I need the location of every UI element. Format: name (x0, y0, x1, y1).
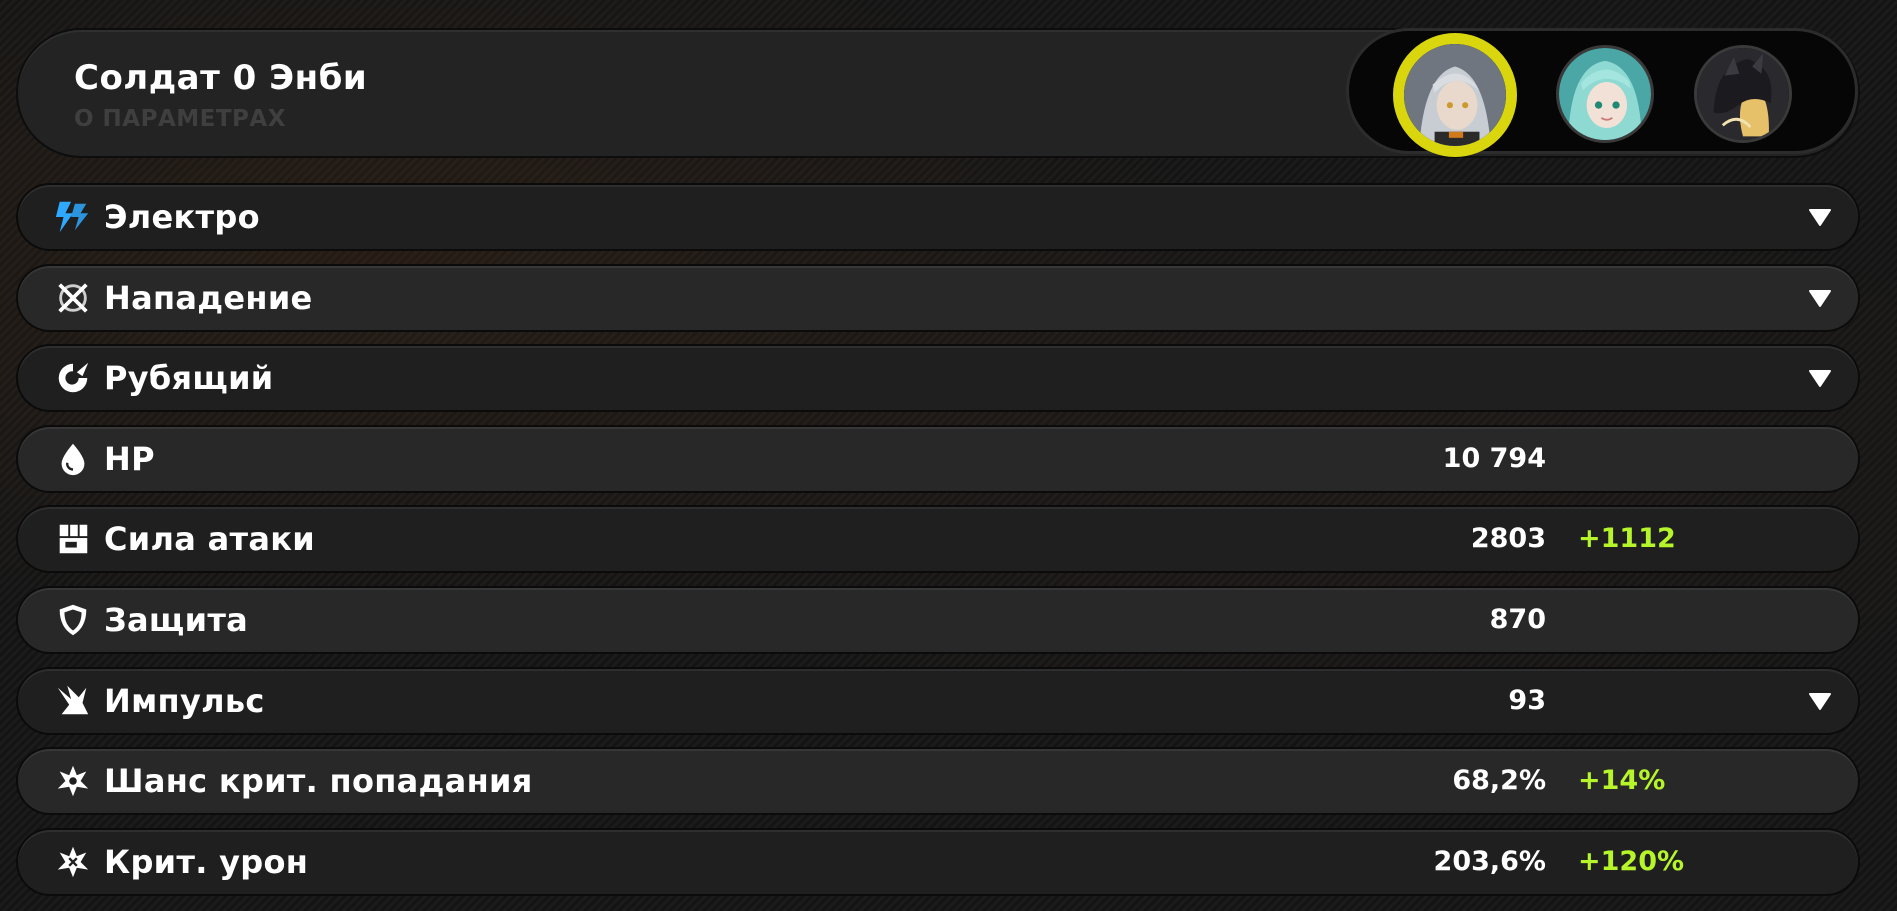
stat-bonus: +1112 (1578, 523, 1676, 554)
stat-label: Крит. урон (104, 843, 309, 881)
attack-fist-icon (54, 521, 92, 557)
stat-label: HP (104, 440, 155, 478)
character-portrait-silver-hair (1404, 44, 1506, 146)
attack-type-icon (54, 280, 92, 316)
electric-icon (54, 199, 92, 235)
crit-rate-icon (54, 763, 92, 799)
expand-triangle-icon[interactable] (1808, 207, 1832, 227)
stat-label: Защита (104, 601, 249, 639)
stat-label: Шанс крит. попадания (104, 762, 533, 800)
character-avatar-1[interactable] (1393, 33, 1517, 157)
stat-row[interactable]: Нападение (18, 266, 1858, 330)
stat-value: 68,2% (1452, 765, 1546, 796)
stat-label: Сила атаки (104, 520, 315, 558)
expand-triangle-icon[interactable] (1808, 368, 1832, 388)
character-avatar-3[interactable] (1694, 45, 1792, 143)
character-header: Солдат 0 Энби О ПАРАМЕТРАХ (18, 28, 1858, 157)
stat-row: Сила атаки 2803 +1112 (18, 507, 1858, 571)
slash-icon (54, 360, 92, 396)
stat-row: Шанс крит. попадания 68,2% +14% (18, 749, 1858, 813)
stat-label: Нападение (104, 279, 313, 317)
impact-icon (54, 683, 92, 719)
stat-label: Импульс (104, 682, 265, 720)
stat-bonus: +120% (1578, 846, 1685, 877)
hp-drop-icon (54, 441, 92, 477)
stat-row: HP 10 794 (18, 427, 1858, 491)
stat-row: Крит. урон 203,6% +120% (18, 830, 1858, 894)
stat-value: 2803 (1470, 523, 1546, 554)
expand-triangle-icon[interactable] (1808, 691, 1832, 711)
character-name: Солдат 0 Энби (74, 58, 368, 98)
stat-row[interactable]: Электро (18, 185, 1858, 249)
character-selector (1346, 28, 1858, 157)
shield-icon (54, 602, 92, 638)
expand-triangle-icon[interactable] (1808, 288, 1832, 308)
stat-value: 10 794 (1442, 443, 1546, 474)
stat-row: Защита 870 (18, 588, 1858, 652)
stat-value: 93 (1508, 685, 1546, 716)
stat-bonus: +14% (1578, 765, 1666, 796)
stat-row[interactable]: Импульс 93 (18, 669, 1858, 733)
stat-label: Электро (104, 198, 260, 236)
stat-label: Рубящий (104, 359, 274, 397)
character-portrait-blonde-masked (1697, 48, 1789, 140)
character-avatar-2[interactable] (1556, 45, 1654, 143)
stats-info-link[interactable]: О ПАРАМЕТРАХ (74, 106, 286, 132)
stat-value: 203,6% (1433, 846, 1546, 877)
character-portrait-teal-hair (1559, 48, 1651, 140)
stat-value: 870 (1489, 604, 1546, 635)
crit-damage-icon (54, 844, 92, 880)
stat-row[interactable]: Рубящий (18, 346, 1858, 410)
